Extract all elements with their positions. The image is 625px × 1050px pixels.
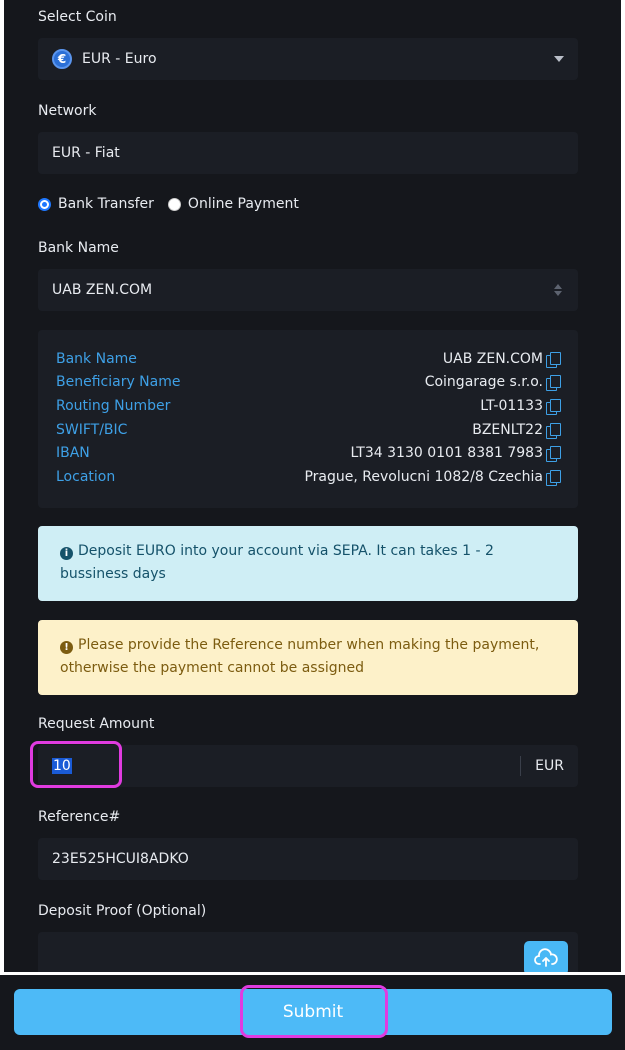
bank-detail-value: LT34 3130 0101 8381 7983	[350, 445, 561, 462]
bank-detail-row: Bank Name UAB ZEN.COM	[56, 349, 561, 369]
network-label: Network	[38, 103, 97, 119]
bank-name-select[interactable]: UAB ZEN.COM	[38, 269, 578, 311]
bank-detail-value: LT-01133	[480, 398, 561, 415]
euro-coin-icon: €	[52, 49, 72, 69]
bank-detail-value-text: BZENLT22	[472, 422, 543, 438]
radio-online-payment-label: Online Payment	[187, 196, 299, 212]
reference-field[interactable]: 23E525HCUI8ADKO	[38, 838, 578, 880]
network-value: EUR - Fiat	[52, 145, 120, 161]
info-alert-text: Deposit EURO into your account via SEPA.…	[60, 543, 494, 582]
bank-detail-value-text: Coingarage s.r.o.	[424, 374, 543, 390]
warning-icon: !	[60, 641, 73, 654]
bank-detail-key: IBAN	[56, 445, 90, 461]
info-alert: i Deposit EURO into your account via SEPA…	[38, 526, 578, 601]
bank-detail-row: IBAN LT34 3130 0101 8381 7983	[56, 443, 561, 463]
bank-detail-value-text: UAB ZEN.COM	[442, 351, 543, 367]
payment-method-group: Bank Transfer Online Payment	[38, 194, 313, 214]
bank-detail-key: Routing Number	[56, 398, 171, 414]
copy-icon[interactable]	[546, 374, 561, 391]
copy-icon[interactable]	[546, 351, 561, 368]
bank-name-select-value: UAB ZEN.COM	[52, 282, 153, 298]
bank-detail-row: Beneficiary Name Coingarage s.r.o.	[56, 372, 561, 392]
radio-unchecked-icon[interactable]	[167, 197, 181, 211]
submit-button[interactable]: Submit	[14, 989, 612, 1035]
select-coin-label: Select Coin	[38, 9, 117, 25]
network-field[interactable]: EUR - Fiat	[38, 132, 578, 174]
info-icon: i	[60, 547, 73, 560]
coin-select-value: EUR - Euro	[82, 51, 157, 67]
request-amount-value: 10	[52, 758, 72, 774]
bank-detail-key: Bank Name	[56, 351, 137, 367]
upload-button[interactable]	[524, 941, 568, 972]
amount-currency-unit: EUR	[520, 756, 564, 776]
copy-icon[interactable]	[546, 445, 561, 462]
bank-detail-row: Routing Number LT-01133	[56, 396, 561, 416]
radio-bank-transfer[interactable]: Bank Transfer	[38, 196, 154, 212]
radio-checked-icon[interactable]	[38, 197, 51, 211]
deposit-proof-field[interactable]	[38, 932, 578, 972]
bank-detail-value: Prague, Revolucni 1082/8 Czechia	[304, 469, 561, 486]
bank-detail-value: Coingarage s.r.o.	[424, 374, 561, 391]
request-amount-label: Request Amount	[38, 716, 155, 732]
radio-online-payment[interactable]: Online Payment	[167, 196, 299, 212]
bank-detail-key: SWIFT/BIC	[56, 422, 128, 438]
bank-detail-row: SWIFT/BIC BZENLT22	[56, 420, 561, 440]
footer-bar: Submit	[0, 975, 625, 1050]
bank-detail-row: Location Prague, Revolucni 1082/8 Czechi…	[56, 467, 561, 487]
bank-detail-value: BZENLT22	[472, 422, 561, 439]
cloud-upload-icon	[534, 948, 558, 967]
copy-icon[interactable]	[546, 422, 561, 439]
deposit-form-panel: Select Coin € EUR - Euro Network EUR - F…	[0, 0, 625, 972]
bank-detail-key: Location	[56, 469, 116, 485]
chevron-down-icon	[554, 56, 564, 62]
bank-detail-value-text: LT34 3130 0101 8381 7983	[350, 445, 543, 461]
bank-details-box: Bank Name UAB ZEN.COM Beneficiary Name C…	[38, 330, 578, 508]
bank-detail-key: Beneficiary Name	[56, 374, 181, 390]
radio-bank-transfer-label: Bank Transfer	[58, 196, 154, 212]
copy-icon[interactable]	[546, 398, 561, 415]
coin-select[interactable]: € EUR - Euro	[38, 38, 578, 80]
bank-detail-value-text: LT-01133	[480, 398, 543, 414]
warning-alert-text: Please provide the Reference number when…	[60, 637, 540, 676]
bank-detail-value: UAB ZEN.COM	[442, 351, 561, 368]
warning-alert: ! Please provide the Reference number whe…	[38, 620, 578, 695]
request-amount-input[interactable]: 10 EUR	[38, 745, 578, 787]
bank-detail-value-text: Prague, Revolucni 1082/8 Czechia	[304, 469, 543, 485]
copy-icon[interactable]	[546, 469, 561, 486]
reference-value: 23E525HCUI8ADKO	[52, 851, 189, 867]
bank-name-label: Bank Name	[38, 240, 119, 256]
reference-label: Reference#	[38, 809, 121, 825]
sort-arrows-icon	[554, 283, 562, 297]
deposit-proof-label: Deposit Proof (Optional)	[38, 903, 207, 919]
